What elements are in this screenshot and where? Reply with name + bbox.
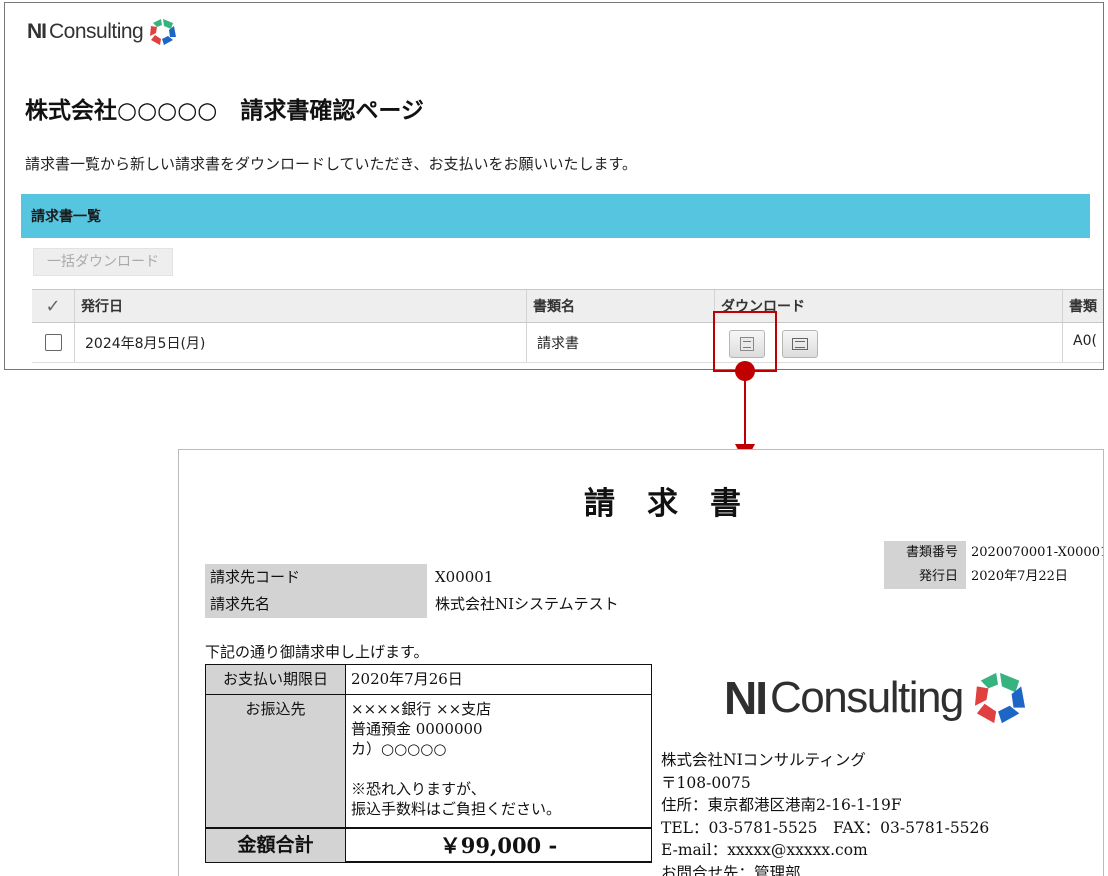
transfer-label: お振込先	[206, 695, 346, 827]
web-page-screenshot: NI Consulting 株式会社○○○○○ 請求書確認ページ 請求書一覧から…	[4, 2, 1104, 370]
section-title: 請求書一覧	[31, 209, 101, 225]
doc-number-label: 書類番号	[884, 541, 966, 565]
check-icon: ✓	[45, 295, 61, 317]
ni-consulting-logo: NI Consulting	[27, 17, 177, 47]
ni-logo-mark-icon	[974, 672, 1025, 724]
invoice-document: 請求書 書類番号 2020070001-X00001 発行日 2020年7月22…	[178, 449, 1104, 876]
bank-line: 振込手数料はご負担ください。	[351, 800, 562, 818]
total-amount: ￥99,000 -	[439, 833, 558, 858]
bank-line: 普通預金 0000000	[351, 720, 483, 738]
invoice-title: 請求書	[584, 486, 773, 522]
company-name: 株式会社NIコンサルティング	[661, 751, 866, 769]
column-header-doc-name[interactable]: 書類名	[526, 290, 714, 322]
company-email: E-mail：xxxxx@xxxxx.com	[661, 841, 868, 859]
bank-details: ××××銀行 ××支店 普通預金 0000000 カ）○○○○○ ※恐れ入ります…	[346, 695, 651, 827]
table-row[interactable]: 2024年8月5日(月) 請求書 A0(	[32, 323, 1103, 363]
ni-logo-mark-icon	[150, 19, 177, 45]
row-doc-no: A0(	[1062, 323, 1103, 362]
issue-date-label: 発行日	[884, 565, 966, 589]
row-checkbox[interactable]	[45, 334, 62, 351]
total-label: 金額合計	[206, 829, 346, 862]
row-doc-name: 請求書	[526, 323, 714, 362]
company-postal: 〒108-0075	[661, 773, 751, 792]
connector-line	[744, 376, 746, 446]
due-date-value: 2020年7月26日	[351, 670, 463, 688]
company-logo: NI Consulting	[724, 658, 1064, 738]
column-header-doc-no[interactable]: 書類	[1062, 290, 1103, 322]
company-contact: お問合せ先：管理部	[661, 863, 801, 876]
list-view-icon	[792, 338, 808, 350]
bank-line: カ）○○○○○	[351, 740, 447, 758]
due-date-label: お支払い期限日	[206, 665, 346, 694]
column-header-issue-date[interactable]: 発行日	[74, 290, 526, 322]
doc-number-value: 2020070001-X00001	[971, 545, 1104, 560]
payment-table: お支払い期限日 2020年7月26日 お振込先 ××××銀行 ××支店 普通預金…	[205, 664, 652, 863]
intro-text: 請求書一覧から新しい請求書をダウンロードしていただき、お支払いをお願いいたします…	[25, 155, 638, 173]
client-code-value: X00001	[435, 568, 494, 586]
select-all-checkbox[interactable]: ✓	[32, 290, 74, 322]
client-name-value: 株式会社NIシステムテスト	[435, 595, 619, 613]
bulk-download-button[interactable]: 一括ダウンロード	[33, 248, 173, 276]
bank-line: ××××銀行 ××支店	[351, 700, 492, 718]
invoice-note: 下記の通り御請求申し上げます。	[205, 643, 429, 661]
page-title: 株式会社○○○○○ 請求書確認ページ	[25, 98, 424, 124]
invoice-list-header: 請求書一覧	[21, 194, 1090, 238]
bank-line: ※恐れ入りますが、	[351, 780, 486, 798]
client-code-label: 請求先コード	[205, 564, 427, 591]
issue-date-value: 2020年7月22日	[971, 569, 1068, 584]
list-view-button[interactable]	[782, 330, 818, 358]
row-issue-date: 2024年8月5日(月)	[74, 323, 526, 362]
company-info: 株式会社NIコンサルティング 〒108-0075 住所：東京都港区港南2-16-…	[661, 749, 989, 876]
table-header: ✓ 発行日 書類名 ダウンロード 書類	[32, 289, 1103, 323]
bank-line	[351, 759, 651, 779]
company-address: 住所：東京都港区港南2-16-1-19F	[661, 796, 902, 814]
client-name-label: 請求先名	[205, 591, 427, 618]
company-phone-fax: TEL：03-5781-5525 FAX：03-5781-5526	[661, 818, 990, 837]
